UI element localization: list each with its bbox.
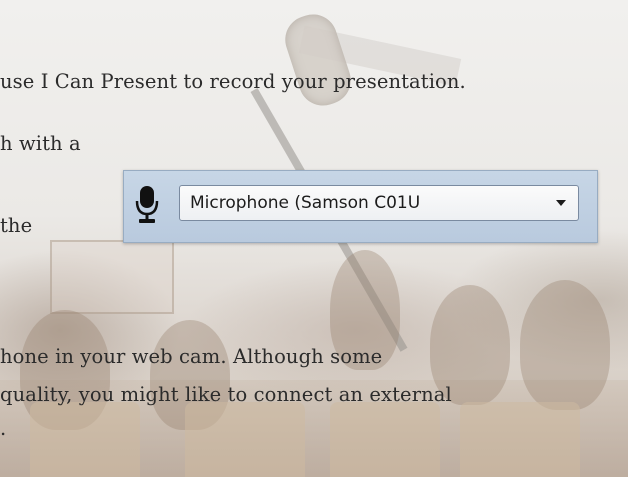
chevron-down-icon[interactable] (556, 200, 566, 206)
microphone-icon (134, 185, 160, 225)
boom-microphone (279, 8, 357, 112)
chair (460, 402, 580, 477)
body-text-line: hone in your web cam. Although some (0, 345, 383, 368)
wall-picture (50, 240, 174, 314)
chair (185, 402, 305, 477)
microphone-select-value: Microphone (Samson C01U (190, 193, 421, 213)
chair (330, 402, 440, 477)
microphone-select[interactable]: Microphone (Samson C01U (179, 185, 579, 221)
body-text-line: use I Can Present to record your present… (0, 70, 466, 93)
body-text-line: the (0, 214, 33, 237)
chair (30, 402, 140, 477)
body-text-line: h with a (0, 132, 81, 155)
microphone-panel: Microphone (Samson C01U (123, 170, 598, 243)
audience-person (520, 280, 610, 410)
body-text-line: quality, you might like to connect an ex… (0, 383, 452, 406)
body-text-line: . (0, 417, 7, 440)
